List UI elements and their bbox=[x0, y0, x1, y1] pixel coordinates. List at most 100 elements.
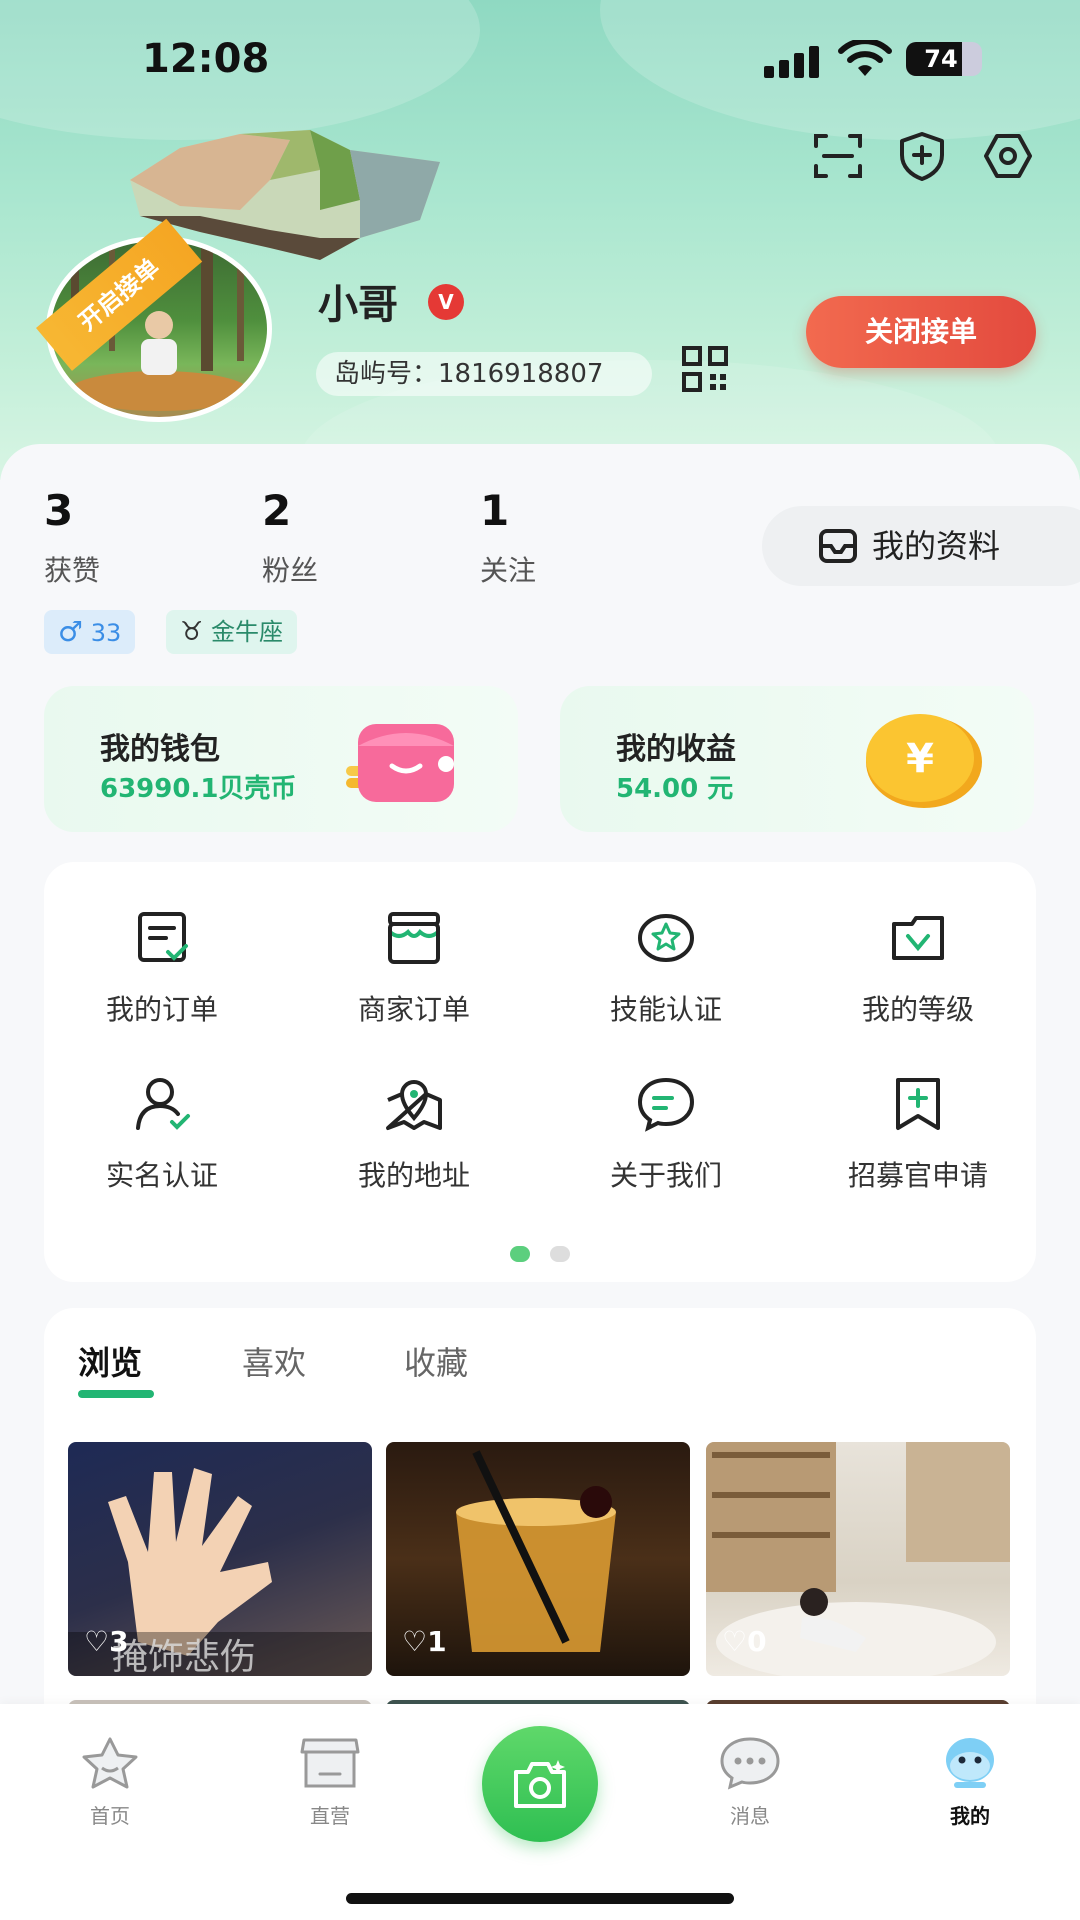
like-count[interactable]: ♡0 bbox=[722, 1625, 767, 1658]
stat-label: 粉丝 bbox=[262, 554, 319, 587]
tab-browse[interactable]: 浏览 bbox=[78, 1338, 142, 1384]
tab-favorites[interactable]: 收藏 bbox=[404, 1338, 468, 1384]
user-name: 小哥 bbox=[318, 282, 398, 328]
shield-icon[interactable] bbox=[896, 130, 948, 182]
earnings-card[interactable]: 我的收益 54.00 元 ¥ bbox=[560, 686, 1034, 832]
status-time: 12:08 bbox=[142, 36, 270, 82]
order-icon bbox=[138, 912, 188, 962]
menu-item-about-us[interactable]: 关于我们 bbox=[542, 1076, 790, 1194]
active-tab-indicator bbox=[78, 1390, 154, 1398]
zodiac-tag: ♉ 金牛座 bbox=[166, 610, 297, 654]
menu-label: 我的地址 bbox=[357, 1159, 470, 1192]
qr-code-icon[interactable] bbox=[682, 346, 728, 392]
like-value: 3 bbox=[109, 1625, 129, 1658]
about-icon bbox=[637, 1077, 695, 1132]
island-id: 岛屿号：1816918807 bbox=[316, 352, 652, 396]
zodiac-label: 金牛座 bbox=[210, 618, 283, 646]
page-dot-active[interactable] bbox=[510, 1246, 530, 1262]
nav-label: 我的 bbox=[950, 1804, 990, 1828]
page-dot[interactable] bbox=[550, 1246, 570, 1262]
battery-level: 74 bbox=[924, 45, 958, 73]
nav-messages[interactable]: 消息 bbox=[700, 1736, 800, 1829]
like-count[interactable]: ♡3 bbox=[84, 1625, 129, 1658]
nav-me[interactable]: 我的 bbox=[920, 1736, 1020, 1829]
wallet-icon bbox=[346, 724, 454, 802]
battery-icon: 74 bbox=[906, 42, 982, 76]
skill-icon bbox=[638, 914, 694, 962]
menu-item-recruit-apply[interactable]: 招募官申请 bbox=[794, 1076, 1042, 1194]
coin-icon: ¥ bbox=[866, 714, 982, 808]
stat-following[interactable]: 1 关注 bbox=[480, 486, 536, 589]
menu-item-merchant-orders[interactable]: 商家订单 bbox=[290, 910, 538, 1028]
feed-item[interactable]: ♡1 bbox=[386, 1442, 690, 1676]
user-verify-icon bbox=[136, 1078, 190, 1130]
me-icon bbox=[946, 1738, 994, 1788]
gender-age-tag: ♂ 33 bbox=[44, 610, 136, 654]
status-bar: 12:08 74 bbox=[0, 0, 1080, 110]
stat-value: 1 bbox=[480, 486, 510, 535]
like-value: 1 bbox=[427, 1625, 447, 1658]
nav-direct[interactable]: 直营 bbox=[280, 1736, 380, 1829]
menu-label: 我的等级 bbox=[861, 993, 974, 1026]
store-icon bbox=[300, 1738, 360, 1788]
camera-button[interactable] bbox=[482, 1726, 598, 1842]
menu-label: 商家订单 bbox=[357, 993, 470, 1026]
age-value: 33 bbox=[90, 619, 122, 647]
menu-item-skill-cert[interactable]: 技能认证 bbox=[542, 910, 790, 1028]
scan-icon[interactable] bbox=[812, 130, 864, 182]
nav-label: 首页 bbox=[90, 1804, 130, 1828]
menu-item-my-level[interactable]: 我的等级 bbox=[794, 910, 1042, 1028]
message-icon bbox=[720, 1737, 780, 1790]
close-orders-button[interactable]: 关闭接单 bbox=[806, 296, 1036, 368]
menu-item-my-orders[interactable]: 我的订单 bbox=[38, 910, 286, 1028]
wifi-icon bbox=[838, 40, 892, 76]
taurus-icon: ♉ bbox=[180, 617, 204, 647]
menu-label: 关于我们 bbox=[609, 1159, 722, 1192]
earnings-title: 我的收益 bbox=[616, 732, 736, 767]
menu-item-real-name[interactable]: 实名认证 bbox=[38, 1076, 286, 1194]
nav-label: 直营 bbox=[310, 1804, 350, 1828]
feed-item[interactable]: ♡0 bbox=[706, 1442, 1010, 1676]
svg-text:¥: ¥ bbox=[906, 736, 934, 782]
wallet-value: 63990.1贝壳币 bbox=[100, 774, 297, 804]
earnings-value: 54.00 元 bbox=[616, 774, 734, 804]
nav-home[interactable]: 首页 bbox=[60, 1736, 160, 1829]
stat-likes[interactable]: 3 获赞 bbox=[44, 486, 100, 589]
wallet-card[interactable]: 我的钱包 63990.1贝壳币 bbox=[44, 686, 518, 832]
menu-label: 我的订单 bbox=[105, 993, 218, 1026]
stat-value: 2 bbox=[262, 486, 292, 535]
address-icon bbox=[386, 1080, 442, 1130]
stat-value: 3 bbox=[44, 486, 74, 535]
settings-icon[interactable] bbox=[982, 130, 1034, 182]
heart-icon: ♡ bbox=[722, 1625, 748, 1658]
level-icon bbox=[892, 916, 944, 960]
home-star-icon bbox=[82, 1737, 138, 1789]
merchant-icon bbox=[388, 912, 440, 964]
like-value: 0 bbox=[747, 1625, 767, 1658]
home-indicator bbox=[346, 1893, 734, 1904]
feed-caption: 掩饰悲伤 bbox=[112, 1637, 257, 1676]
menu-label: 招募官申请 bbox=[847, 1159, 988, 1192]
heart-icon: ♡ bbox=[84, 1625, 110, 1658]
menu-item-my-address[interactable]: 我的地址 bbox=[290, 1076, 538, 1194]
tab-likes[interactable]: 喜欢 bbox=[242, 1338, 306, 1384]
recruit-icon bbox=[896, 1078, 940, 1130]
menu-label: 实名认证 bbox=[105, 1159, 218, 1192]
camera-icon bbox=[514, 1760, 566, 1808]
verified-badge: V bbox=[428, 284, 464, 320]
stat-label: 关注 bbox=[480, 554, 537, 587]
wallet-title: 我的钱包 bbox=[100, 732, 220, 767]
stat-label: 获赞 bbox=[44, 554, 101, 587]
male-icon: ♂ bbox=[58, 615, 84, 648]
heart-icon: ♡ bbox=[402, 1625, 428, 1658]
like-count[interactable]: ♡1 bbox=[402, 1625, 447, 1658]
nav-label: 消息 bbox=[730, 1804, 770, 1828]
stat-fans[interactable]: 2 粉丝 bbox=[262, 486, 318, 589]
avatar-container[interactable]: 开启接单 bbox=[36, 218, 274, 424]
profile-inbox-icon bbox=[819, 529, 857, 563]
menu-label: 技能认证 bbox=[609, 993, 722, 1026]
feed-item[interactable]: 掩饰悲伤 ♡3 bbox=[68, 1442, 372, 1676]
signal-icon bbox=[764, 44, 824, 78]
my-profile-label: 我的资料 bbox=[872, 527, 1001, 565]
my-profile-button[interactable]: 我的资料 bbox=[762, 506, 1080, 586]
